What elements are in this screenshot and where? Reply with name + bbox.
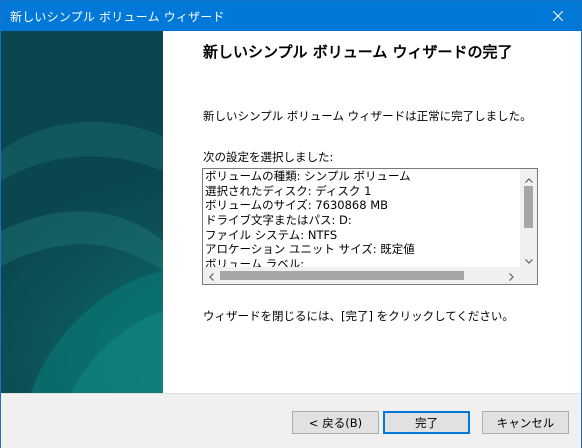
scroll-left-button[interactable] <box>203 267 220 284</box>
cancel-button[interactable]: キャンセル <box>482 411 569 434</box>
settings-line: ドライブ文字またはパス: D: <box>205 213 352 228</box>
selected-settings-label: 次の設定を選択しました: <box>203 150 334 164</box>
chevron-left-icon <box>209 266 214 284</box>
scroll-up-button[interactable] <box>520 169 537 186</box>
chevron-up-icon <box>524 169 533 187</box>
finish-button[interactable]: 完了 <box>383 411 470 434</box>
settings-line: ボリュームのサイズ: 7630868 MB <box>205 198 389 213</box>
completed-message: 新しいシンプル ボリューム ウィザードは正常に完了しました。 <box>203 109 532 123</box>
settings-line: ボリューム ラベル: <box>205 257 305 267</box>
horizontal-scroll-thumb[interactable] <box>220 271 464 280</box>
settings-listbox[interactable]: ボリュームの種類: シンプル ボリューム 選択されたディスク: ディスク 1 ボ… <box>202 168 538 285</box>
close-icon <box>553 11 563 21</box>
vertical-scroll-thumb[interactable] <box>524 186 533 228</box>
scrollbar-corner <box>520 267 537 284</box>
button-bar: < 戻る(B) 完了 キャンセル <box>1 393 581 448</box>
page-title: 新しいシンプル ボリューム ウィザードの完了 <box>203 43 513 61</box>
title-bar[interactable]: 新しいシンプル ボリューム ウィザード <box>1 1 581 31</box>
vertical-scrollbar[interactable] <box>520 169 537 267</box>
wizard-side-banner <box>1 31 163 393</box>
close-button[interactable] <box>535 1 581 31</box>
back-button[interactable]: < 戻る(B) <box>292 411 379 434</box>
scroll-down-button[interactable] <box>520 250 537 267</box>
settings-line: アロケーション ユニット サイズ: 既定値 <box>205 242 415 257</box>
banner-swoosh-graphic <box>1 121 163 393</box>
horizontal-scrollbar[interactable] <box>203 267 520 284</box>
settings-line: ファイル システム: NTFS <box>205 227 338 242</box>
wizard-window: 新しいシンプル ボリューム ウィザード 新しいシンプル ボリューム ウィザードの… <box>0 0 582 448</box>
chevron-right-icon <box>509 266 514 284</box>
chevron-down-icon <box>524 249 533 268</box>
close-instruction: ウィザードを閉じるには、[完了] をクリックしてください。 <box>203 309 514 323</box>
scroll-right-button[interactable] <box>503 267 520 284</box>
settings-line: ボリュームの種類: シンプル ボリューム <box>205 169 411 183</box>
settings-line: 選択されたディスク: ディスク 1 <box>205 183 372 198</box>
settings-lines: ボリュームの種類: シンプル ボリューム 選択されたディスク: ディスク 1 ボ… <box>205 169 519 267</box>
window-title: 新しいシンプル ボリューム ウィザード <box>10 10 225 24</box>
